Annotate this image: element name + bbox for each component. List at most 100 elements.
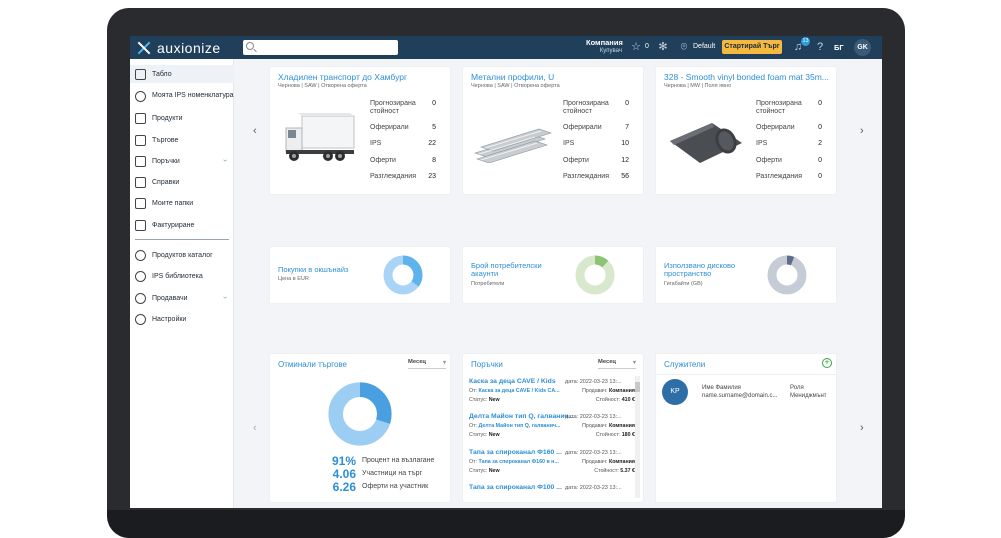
language-switcher[interactable]: БГ — [834, 43, 844, 52]
employee-role-block: Роля Мениджмънт — [790, 384, 827, 400]
sidebar-item-label: Продавачи — [152, 294, 188, 302]
stat-label: IPS — [563, 140, 575, 148]
library-icon — [135, 270, 146, 282]
sidebar-item-reports[interactable]: Справки — [130, 173, 234, 191]
chevron-down-icon: › — [221, 159, 231, 162]
employee-email: name.surname@domain.c... — [702, 393, 778, 399]
order-title[interactable]: Делта Майон тип Q, галванич... — [469, 413, 574, 420]
logo[interactable]: auxionize — [136, 38, 221, 57]
employee-role-label: Роля — [790, 385, 804, 391]
stat-value: 0 — [818, 172, 822, 180]
sidebar-item-orders[interactable]: Поръчки › — [130, 152, 234, 170]
sidebar-divider — [135, 239, 229, 240]
sidebar-item-products[interactable]: Продукти — [130, 109, 234, 127]
widget-title: Използвано дисково пространство — [664, 261, 736, 278]
user-accounts-widget[interactable]: Брой потребителски акаунти Потребители — [463, 247, 643, 303]
order-item[interactable]: Каска за деца CAVE / Kids дата: 2022-03-… — [469, 378, 635, 414]
search-box[interactable] — [243, 40, 398, 55]
stat-row: Оферирали 0 — [756, 124, 822, 140]
auctions-next-icon[interactable]: › — [860, 125, 864, 137]
auction-title[interactable]: Хладилен транспорт до Хамбург — [278, 72, 407, 82]
auction-title[interactable]: 328 - Smooth vinyl bonded foam mat 35m..… — [664, 72, 829, 82]
order-item[interactable]: Делта Майон тип Q, галванич... дата: 202… — [469, 413, 635, 449]
order-value: Стойност: 410 € — [595, 397, 635, 403]
stat-value: 7 — [625, 124, 629, 131]
sidebar-item-folders[interactable]: Моите папки — [130, 194, 234, 212]
order-from: От: Тапа за спироканал Ф160 в н... — [469, 459, 559, 465]
purchases-widget[interactable]: Покупки в окшънайз Цена в EUR — [270, 247, 450, 303]
sidebar-item-ips-nomenclature[interactable]: Моята IPS номенклатура › — [130, 87, 234, 105]
auction-card[interactable]: Метални профили, U Чернова | SAW | Отвор… — [463, 67, 643, 194]
stat-value: 12 — [621, 156, 629, 164]
stat-row: IPS 22 — [370, 140, 436, 156]
bottom-prev-icon[interactable]: ‹ — [253, 422, 257, 434]
stat-label: Прогнозирана стойност — [370, 100, 416, 115]
company-switcher[interactable]: Компания Купувач — [586, 39, 623, 55]
sidebar: Табло Моята IPS номенклатура › Продукти … — [130, 59, 234, 508]
stat-label: Разглеждания — [370, 172, 416, 180]
employee-avatar[interactable]: KP — [662, 379, 688, 405]
auction-subtitle: Чернова | SAW | Отворена оферта — [471, 83, 560, 89]
add-employee-icon[interactable]: + — [822, 358, 832, 368]
star-icon[interactable]: ☆ — [630, 41, 642, 53]
stat-label: Разглеждания — [563, 172, 609, 180]
auction-subtitle: Чернова | MW | Поля явно — [664, 83, 732, 89]
stat-value: 91% — [331, 454, 356, 468]
order-title[interactable]: Тапа за спироканал Ф160 ... — [469, 449, 562, 456]
scrollbar-thumb[interactable] — [635, 382, 640, 392]
period-select[interactable]: Месец — [598, 359, 636, 369]
order-title[interactable]: Каска за деца CAVE / Kids — [469, 378, 556, 385]
purchases-donut — [383, 255, 423, 295]
brand-name: auxionize — [157, 39, 221, 56]
cubes-icon — [135, 90, 146, 102]
sidebar-item-sellers[interactable]: Продавачи › — [130, 289, 234, 307]
search-input[interactable] — [257, 40, 395, 55]
sidebar-item-ips-library[interactable]: IPS библиотека — [130, 267, 234, 285]
stat-row: Оферти 12 — [563, 157, 629, 173]
refrigerated-truck-image — [285, 113, 355, 161]
sidebar-item-settings[interactable]: Настройки — [130, 310, 234, 328]
stat-row: Разглеждания 0 — [756, 173, 822, 189]
panel-title: Поръчки — [471, 360, 503, 369]
auction-card[interactable]: Хладилен транспорт до Хамбург Чернова | … — [270, 67, 450, 194]
period-select[interactable]: Месец — [408, 359, 446, 369]
location-icon[interactable]: ⌾ — [678, 41, 690, 53]
stat-label: Прогнозирана стойност — [756, 100, 802, 115]
start-auction-button[interactable]: Стартирай Търг — [722, 40, 782, 54]
stat-row: 91% Процент на възлагане — [310, 454, 450, 468]
auction-title[interactable]: Метални профили, U — [471, 72, 554, 82]
laptop-base — [107, 510, 905, 538]
stat-row: Прогнозирана стойност 0 — [563, 100, 629, 124]
handshake-icon — [135, 292, 146, 304]
auctions-prev-icon[interactable]: ‹ — [253, 125, 257, 137]
company-role: Купувач — [599, 48, 622, 54]
stat-value: 23 — [428, 172, 436, 180]
order-seller: Продавач: Компания — [582, 388, 635, 394]
sidebar-item-auctions[interactable]: Търгове — [130, 131, 234, 149]
order-item[interactable]: Тапа за спироканал Ф160 ... дата: 2022-0… — [469, 449, 635, 485]
user-avatar[interactable]: GK — [854, 39, 871, 56]
notification-badge: 13 — [801, 37, 810, 46]
sidebar-item-invoicing[interactable]: Фактуриране — [130, 216, 234, 234]
widget-title: Покупки в окшънайз — [278, 265, 349, 274]
help-icon[interactable]: ? — [814, 41, 826, 53]
widget-subtitle: Гигабайти (GB) — [664, 281, 703, 287]
auction-subtitle: Чернова | SAW | Отворена оферта — [278, 83, 367, 89]
sidebar-item-dashboard[interactable]: Табло — [130, 65, 234, 83]
bottom-next-icon[interactable]: › — [860, 422, 864, 434]
network-icon[interactable]: ✻ — [657, 41, 669, 53]
order-item[interactable]: Тапа за спироканал Ф100 ... дата: 2022-0… — [469, 484, 635, 502]
stat-row: 4.06 Участници на търг — [310, 467, 450, 481]
disk-space-widget[interactable]: Използвано дисково пространство Гигабайт… — [656, 247, 836, 303]
employee-info[interactable]: Име Фамилия name.surname@domain.c... — [702, 384, 777, 400]
stat-value: 0 — [818, 124, 822, 131]
order-from: От: Делта Майон тип Q, галванич... — [469, 423, 561, 429]
sidebar-item-product-catalog[interactable]: Продуктов каталог — [130, 246, 234, 264]
panel-title: Отминали търгове — [278, 360, 347, 369]
sidebar-item-label: IPS библиотека — [152, 272, 203, 280]
order-title[interactable]: Тапа за спироканал Ф100 ... — [469, 484, 562, 491]
stat-label: Оферирали — [370, 124, 409, 131]
orders-scrollbar[interactable] — [635, 376, 640, 498]
default-location-label[interactable]: Default — [693, 43, 715, 50]
auction-card[interactable]: 328 - Smooth vinyl bonded foam mat 35m..… — [656, 67, 836, 194]
